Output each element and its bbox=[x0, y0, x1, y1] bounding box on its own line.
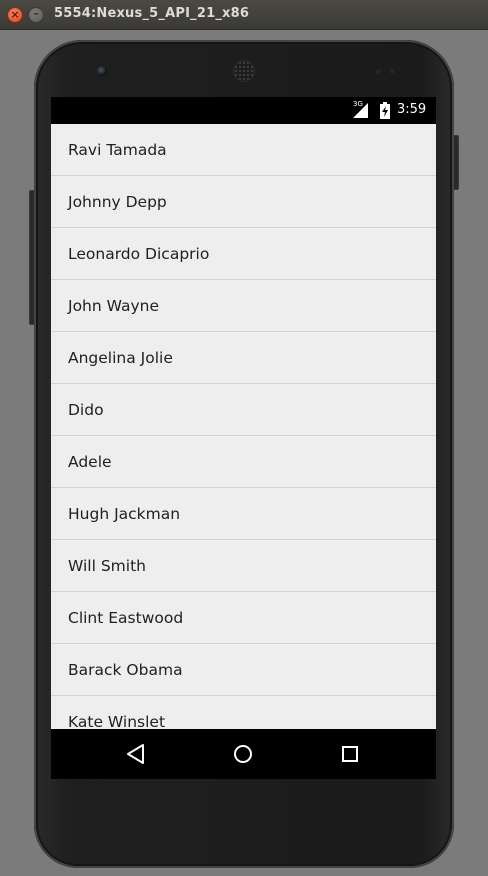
navigation-bar bbox=[51, 729, 436, 779]
list-item[interactable]: Barack Obama bbox=[51, 644, 436, 696]
list-item-label: Ravi Tamada bbox=[68, 140, 167, 159]
device-screen: 3G 3:59 Ravi Tamada Johnny Depp Leonardo… bbox=[51, 97, 436, 779]
list-item-label: Johnny Depp bbox=[68, 192, 167, 211]
list-item-label: Angelina Jolie bbox=[68, 348, 173, 367]
list-item[interactable]: Kate Winslet bbox=[51, 696, 436, 730]
battery-charging-icon bbox=[380, 102, 390, 119]
recent-apps-icon[interactable] bbox=[337, 741, 363, 767]
list-item-label: Leonardo Dicaprio bbox=[68, 244, 210, 263]
front-camera-icon bbox=[97, 66, 107, 76]
contact-list[interactable]: Ravi Tamada Johnny Depp Leonardo Dicapri… bbox=[51, 124, 436, 729]
window-titlebar: × – 5554:Nexus_5_API_21_x86 bbox=[0, 0, 488, 30]
list-item[interactable]: Adele bbox=[51, 436, 436, 488]
list-item[interactable]: Clint Eastwood bbox=[51, 592, 436, 644]
earpiece-speaker-icon bbox=[234, 61, 254, 81]
list-item[interactable]: Ravi Tamada bbox=[51, 124, 436, 176]
list-item-label: Will Smith bbox=[68, 556, 146, 575]
list-item[interactable]: Hugh Jackman bbox=[51, 488, 436, 540]
home-icon[interactable] bbox=[230, 741, 256, 767]
list-item-label: Dido bbox=[68, 400, 104, 419]
list-item[interactable]: John Wayne bbox=[51, 280, 436, 332]
status-bar: 3G 3:59 bbox=[51, 97, 436, 124]
list-item-label: Adele bbox=[68, 452, 112, 471]
window-title: 5554:Nexus_5_API_21_x86 bbox=[54, 6, 250, 21]
list-item-label: Kate Winslet bbox=[68, 712, 166, 730]
list-item-label: Hugh Jackman bbox=[68, 504, 181, 523]
window-close-button[interactable]: × bbox=[7, 7, 23, 23]
list-item-label: Barack Obama bbox=[68, 660, 183, 679]
list-item[interactable]: Angelina Jolie bbox=[51, 332, 436, 384]
list-item-label: John Wayne bbox=[68, 296, 159, 315]
sensor-icon bbox=[376, 69, 381, 74]
list-item[interactable]: Leonardo Dicaprio bbox=[51, 228, 436, 280]
back-icon[interactable] bbox=[123, 741, 149, 767]
signal-icon bbox=[353, 103, 368, 118]
sensor-icon bbox=[390, 69, 395, 74]
list-item[interactable]: Dido bbox=[51, 384, 436, 436]
window-minimize-button[interactable]: – bbox=[28, 7, 44, 23]
list-item[interactable]: Will Smith bbox=[51, 540, 436, 592]
list-item-label: Clint Eastwood bbox=[68, 608, 184, 627]
list-item[interactable]: Johnny Depp bbox=[51, 176, 436, 228]
status-clock: 3:59 bbox=[397, 102, 427, 117]
